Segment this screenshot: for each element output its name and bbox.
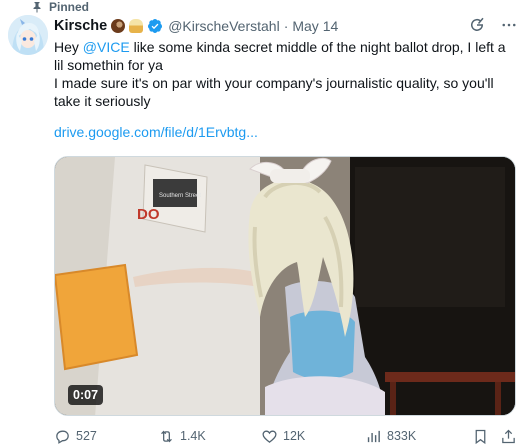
display-name[interactable]: Kirsche	[54, 18, 107, 34]
views-button[interactable]: 833K	[365, 428, 416, 445]
like-button[interactable]: 12K	[261, 428, 305, 445]
pinned-indicator: Pinned	[31, 0, 89, 14]
bookmark-icon	[475, 429, 486, 444]
sign-small-text: Southern Street	[159, 193, 201, 199]
pin-icon	[33, 2, 41, 13]
separator-dot: ·	[283, 18, 289, 34]
avatar[interactable]	[8, 15, 48, 55]
mention-link[interactable]: @VICE	[83, 39, 130, 55]
verified-icon[interactable]	[147, 18, 163, 34]
sign-text: DO	[137, 206, 160, 223]
like-icon	[262, 430, 277, 443]
share-button[interactable]	[500, 428, 517, 445]
reply-button[interactable]: 527	[54, 428, 97, 445]
video-frame: DO Southern Street	[55, 157, 515, 415]
views-count: 833K	[387, 429, 417, 443]
views-icon	[367, 430, 380, 442]
grok-icon[interactable]	[468, 16, 486, 34]
reply-count: 527	[76, 429, 97, 443]
video-duration: 0:07	[68, 385, 104, 405]
reply-icon	[56, 430, 69, 444]
like-count: 12K	[283, 429, 306, 443]
tweet-line-1: Hey @VICE like some kinda secret middle …	[54, 38, 516, 74]
tweet-actions: 527 1.4K 12K 833K	[54, 426, 520, 446]
tweet-header: Kirsche @KirscheVerstahl · May 14	[54, 17, 520, 35]
bookmark-button[interactable]	[472, 428, 489, 445]
coconut-emoji	[111, 19, 126, 33]
tweet-text: Hey @VICE like some kinda secret middle …	[54, 38, 516, 110]
repost-button[interactable]: 1.4K	[158, 428, 206, 445]
repost-count: 1.4K	[180, 429, 206, 443]
share-icon	[502, 429, 515, 443]
repost-icon	[161, 430, 172, 442]
more-icon[interactable]	[500, 16, 518, 34]
pinned-label: Pinned	[49, 0, 90, 14]
tweet-text-before-mention: Hey	[54, 39, 83, 55]
cupcake-emoji	[129, 19, 144, 33]
tweet-date[interactable]: May 14	[292, 18, 338, 34]
drive-link[interactable]: drive.google.com/file/d/1Ervbtg...	[54, 124, 258, 140]
video-player[interactable]: DO Southern Street 0:07	[54, 156, 516, 416]
author-handle[interactable]: @KirscheVerstahl	[168, 18, 279, 34]
tweet-line-2: I made sure it's on par with your compan…	[54, 75, 494, 109]
